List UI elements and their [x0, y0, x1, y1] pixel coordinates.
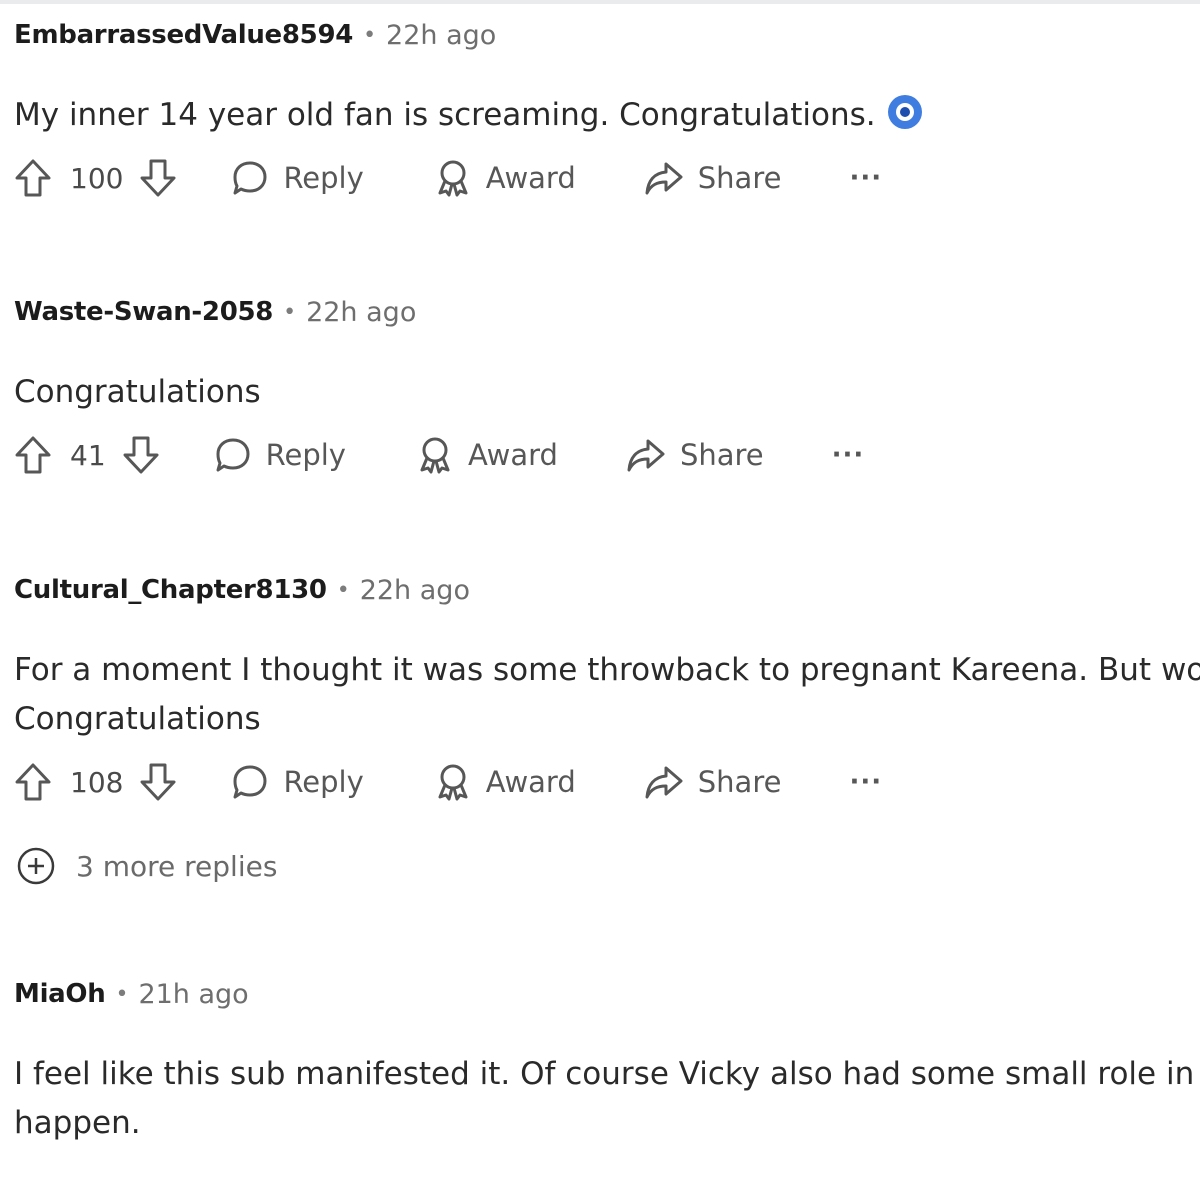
award-label: Award — [485, 161, 576, 195]
vote-count: 100 — [70, 161, 124, 195]
share-label: Share — [679, 438, 764, 472]
upvote-arrow-icon[interactable] — [14, 762, 52, 802]
share-label: Share — [697, 765, 782, 799]
comment-timestamp[interactable]: 22h ago — [386, 20, 496, 51]
comment-timestamp[interactable]: 22h ago — [360, 575, 470, 606]
vote-control: 100 — [14, 158, 177, 198]
reply-label: Reply — [265, 438, 346, 472]
downvote-arrow-icon[interactable] — [139, 158, 177, 198]
vote-count: 108 — [70, 765, 124, 799]
vote-control: 41 — [14, 435, 160, 475]
nazar-amulet-emoji — [887, 95, 922, 129]
comment-author[interactable]: Waste-Swan-2058 — [14, 297, 273, 327]
comment-body: My inner 14 year old fan is screaming. C… — [14, 91, 1200, 140]
reply-label: Reply — [283, 765, 364, 799]
comment-meta: MiaOh • 21h ago — [14, 976, 1200, 1012]
top-divider — [0, 0, 1200, 4]
comment-author[interactable]: Cultural_Chapter8130 — [14, 575, 327, 605]
plus-circle-icon — [17, 847, 55, 885]
meta-separator: • — [336, 577, 350, 603]
vote-count: 41 — [70, 438, 106, 472]
vote-control: 108 — [14, 762, 177, 802]
comment-body-line: I feel like this sub manifested it. Of c… — [14, 1056, 1200, 1092]
speech-bubble-icon — [233, 161, 267, 195]
comment-body-line: For a moment I thought it was some throw… — [14, 652, 1200, 688]
comment-body-line: My inner 14 year old fan is screaming. C… — [14, 97, 876, 133]
downvote-arrow-icon[interactable] — [122, 435, 160, 475]
award-ribbon-icon — [438, 160, 468, 197]
award-ribbon-icon — [438, 764, 468, 801]
meta-separator: • — [115, 981, 129, 1007]
comment-timestamp[interactable]: 22h ago — [306, 297, 416, 328]
upvote-arrow-icon[interactable] — [14, 435, 52, 475]
reply-label: Reply — [283, 161, 364, 195]
award-button[interactable]: Award — [416, 435, 558, 475]
award-label: Award — [485, 765, 576, 799]
comment-body: For a moment I thought it was some throw… — [14, 646, 1200, 744]
award-ribbon-icon — [420, 437, 450, 474]
comment-author[interactable]: EmbarrassedValue8594 — [14, 20, 353, 50]
upvote-arrow-icon[interactable] — [14, 158, 52, 198]
reply-button[interactable]: Reply — [231, 159, 364, 197]
comment-meta: EmbarrassedValue8594 • 22h ago — [14, 17, 1200, 53]
more-replies-label: 3 more replies — [76, 849, 278, 883]
award-label: Award — [467, 438, 558, 472]
comment: EmbarrassedValue8594 • 22h ago My inner … — [14, 17, 1200, 203]
speech-bubble-icon — [216, 438, 250, 472]
more-replies-button[interactable]: 3 more replies — [16, 846, 277, 886]
comment-timestamp[interactable]: 21h ago — [138, 979, 248, 1010]
downvote-arrow-icon[interactable] — [139, 762, 177, 802]
more-options-button[interactable]: ··· — [849, 163, 882, 193]
comment: MiaOh • 21h ago I feel like this sub man… — [14, 976, 1200, 1148]
share-arrow-icon — [645, 162, 683, 195]
comment-body-line: Congratulations — [14, 701, 261, 737]
meta-separator: • — [363, 22, 377, 48]
award-button[interactable]: Award — [434, 762, 576, 802]
comment: Cultural_Chapter8130 • 22h ago For a mom… — [14, 572, 1200, 807]
comment: Waste-Swan-2058 • 22h ago Congratulation… — [14, 294, 1200, 480]
comment-meta: Waste-Swan-2058 • 22h ago — [14, 294, 1200, 330]
more-options-button[interactable]: ··· — [832, 440, 865, 470]
more-options-button[interactable]: ··· — [849, 767, 882, 797]
comment-body: I feel like this sub manifested it. Of c… — [14, 1050, 1200, 1148]
share-arrow-icon — [645, 766, 683, 799]
share-button[interactable]: Share — [644, 763, 782, 801]
comment-author[interactable]: MiaOh — [14, 979, 106, 1009]
share-arrow-icon — [627, 439, 665, 472]
meta-separator: • — [283, 299, 297, 325]
reply-button[interactable]: Reply — [214, 436, 346, 474]
share-label: Share — [697, 161, 782, 195]
comment-body: Congratulations — [14, 368, 1200, 417]
share-button[interactable]: Share — [626, 436, 764, 474]
comment-body-line: Congratulations — [14, 374, 261, 410]
comment-actions: 108 Reply Award Share ··· — [14, 757, 1200, 807]
comment-actions: 100 Reply Award Share ··· — [14, 153, 1200, 203]
share-button[interactable]: Share — [644, 159, 782, 197]
comment-actions: 41 Reply Award Share ··· — [14, 430, 1200, 480]
reply-button[interactable]: Reply — [231, 763, 364, 801]
comment-meta: Cultural_Chapter8130 • 22h ago — [14, 572, 1200, 608]
comment-body-line: happen. — [14, 1105, 141, 1141]
award-button[interactable]: Award — [434, 158, 576, 198]
speech-bubble-icon — [233, 765, 267, 799]
